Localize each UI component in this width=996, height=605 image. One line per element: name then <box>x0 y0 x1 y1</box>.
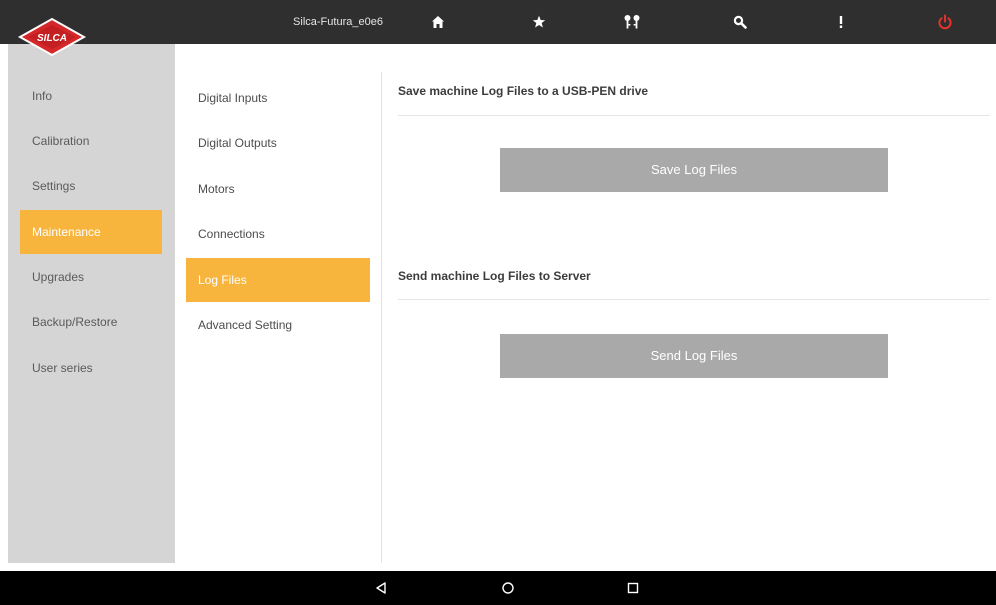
sub-menu-item-digital-outputs[interactable]: Digital Outputs <box>186 121 370 165</box>
main-menu-item-backup-restore[interactable]: Backup/Restore <box>20 300 162 344</box>
sub-menu: Digital Inputs Digital Outputs Motors Co… <box>175 44 381 563</box>
logo-text: SILCA <box>37 33 67 44</box>
recents-icon[interactable] <box>613 571 653 605</box>
keys-icon[interactable] <box>612 0 652 44</box>
device-name: Silca-Futura_e0e6 <box>293 16 383 28</box>
main-menu-item-info[interactable]: Info <box>20 74 162 118</box>
top-bar: Silca-Futura_e0e6 <box>0 0 996 44</box>
sub-menu-item-connections[interactable]: Connections <box>186 212 370 256</box>
usb-section-divider <box>398 115 990 116</box>
main-menu-item-maintenance[interactable]: Maintenance <box>20 210 162 254</box>
sub-menu-item-advanced-setting[interactable]: Advanced Setting <box>186 303 370 347</box>
main-menu-item-calibration[interactable]: Calibration <box>20 119 162 163</box>
server-section-divider <box>398 299 990 300</box>
panel-divider <box>381 72 382 563</box>
star-icon[interactable] <box>519 0 559 44</box>
home-icon[interactable] <box>418 0 458 44</box>
power-icon[interactable] <box>925 0 965 44</box>
silca-logo: SILCA <box>14 16 90 58</box>
usb-section-title: Save machine Log Files to a USB-PEN driv… <box>398 84 649 98</box>
search-icon[interactable] <box>720 0 760 44</box>
more-vertical-icon[interactable] <box>821 0 861 44</box>
main-menu-item-settings[interactable]: Settings <box>20 164 162 208</box>
main-menu-item-user-series[interactable]: User series <box>20 346 162 390</box>
main-menu-item-upgrades[interactable]: Upgrades <box>20 255 162 299</box>
system-nav-bar <box>0 571 996 605</box>
server-section-title: Send machine Log Files to Server <box>398 269 591 283</box>
home-circle-icon[interactable] <box>488 571 528 605</box>
main-menu: Info Calibration Settings Maintenance Up… <box>8 44 175 563</box>
back-icon[interactable] <box>361 571 401 605</box>
sub-menu-item-motors[interactable]: Motors <box>186 167 370 211</box>
sub-menu-item-log-files[interactable]: Log Files <box>186 258 370 302</box>
send-log-files-button[interactable]: Send Log Files <box>500 334 888 378</box>
sub-menu-item-digital-inputs[interactable]: Digital Inputs <box>186 76 370 120</box>
save-log-files-button[interactable]: Save Log Files <box>500 148 888 192</box>
